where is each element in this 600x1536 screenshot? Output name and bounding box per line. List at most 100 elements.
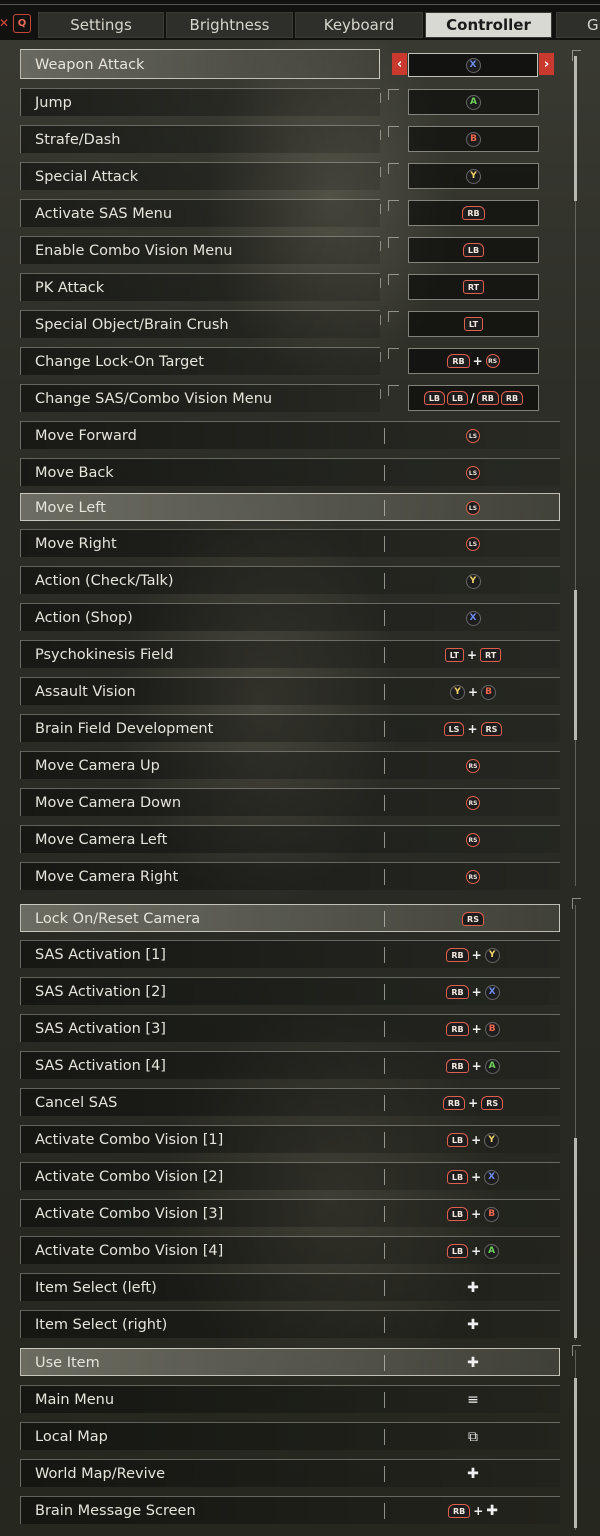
binding-row-activate-combo-vision-2[interactable]: Activate Combo Vision [2] LB + X: [0, 1161, 600, 1191]
binding-row-move-camera-right[interactable]: Move Camera Right RS: [0, 861, 600, 891]
rb-button-icon: RB: [447, 1504, 471, 1518]
scrollbar-bracket: [572, 1345, 581, 1356]
row-label: Psychokinesis Field: [35, 647, 174, 663]
tab-settings[interactable]: Settings: [38, 12, 164, 38]
binding-row-move-camera-left[interactable]: Move Camera Left RS: [0, 824, 600, 854]
binding-row-pk-attack[interactable]: PK Attack RT: [0, 272, 600, 302]
a-button-icon: A: [484, 1243, 500, 1259]
row-box-highlighted: Use Item ✚: [20, 1348, 560, 1376]
row-label: SAS Activation [4]: [35, 1058, 166, 1074]
binding-row-item-select-left[interactable]: Item Select (left) ✚: [0, 1272, 600, 1302]
binding-row-action-check-talk[interactable]: Action (Check/Talk) Y: [0, 565, 600, 595]
binding-slot[interactable]: LB LB / RB RB: [408, 385, 539, 411]
binding-row-move-camera-down[interactable]: Move Camera Down RS: [0, 787, 600, 817]
q-key-icon[interactable]: Q: [13, 14, 31, 33]
row-label-box: Special Object/Brain Crush: [20, 310, 381, 338]
tab-keyboard[interactable]: Keyboard: [295, 12, 423, 38]
arrow-right-icon[interactable]: ›: [539, 53, 554, 75]
row-label: Special Object/Brain Crush: [35, 317, 229, 333]
binding-value: LS: [385, 494, 561, 522]
binding-row-sas-activation-1[interactable]: SAS Activation [1] RB + Y: [0, 939, 600, 969]
scrollbar-thumb[interactable]: [574, 590, 577, 740]
right-stick-press-icon: RS: [462, 912, 484, 926]
tab-brightness[interactable]: Brightness: [166, 12, 293, 38]
binding-row-weapon-attack[interactable]: Weapon Attack ‹ › X: [0, 49, 600, 79]
binding-row-activate-combo-vision-1[interactable]: Activate Combo Vision [1] LB + Y: [0, 1124, 600, 1154]
scrollbar-thumb[interactable]: [574, 1138, 577, 1338]
binding-row-psychokinesis-field[interactable]: Psychokinesis Field LT + RT: [0, 639, 600, 669]
plus-sign: +: [473, 1504, 484, 1518]
binding-row-world-map-revive[interactable]: World Map/Revive ✚: [0, 1458, 600, 1488]
binding-row-cancel-sas[interactable]: Cancel SAS RB + RS: [0, 1087, 600, 1117]
binding-value: X: [385, 604, 561, 632]
binding-row-activate-combo-vision-4[interactable]: Activate Combo Vision [4] LB + A: [0, 1235, 600, 1265]
dpad-left-icon: ✚: [467, 1280, 479, 1296]
slot-bracket: [388, 237, 399, 248]
binding-row-move-back[interactable]: Move Back LS: [0, 457, 600, 487]
binding-row-move-left[interactable]: Move Left LS: [0, 492, 600, 522]
plus-sign: +: [471, 1244, 482, 1258]
binding-row-lock-on-reset-camera[interactable]: Lock On/Reset Camera RS: [0, 903, 600, 933]
binding-slot[interactable]: A: [408, 89, 539, 115]
binding-row-assault-vision[interactable]: Assault Vision Y + B: [0, 676, 600, 706]
binding-row-main-menu[interactable]: Main Menu ≡: [0, 1384, 600, 1414]
tab-controller[interactable]: Controller: [425, 12, 552, 38]
left-stick-left-icon: LS: [466, 501, 480, 515]
binding-row-action-shop[interactable]: Action (Shop) X: [0, 602, 600, 632]
row-label: Weapon Attack: [35, 57, 145, 73]
binding-row-local-map[interactable]: Local Map ⧉: [0, 1421, 600, 1451]
row-label: Cancel SAS: [35, 1095, 118, 1111]
lb-button-icon: LB: [447, 391, 469, 405]
row-box: SAS Activation [4] RB + A: [20, 1051, 560, 1079]
binding-row-sas-activation-3[interactable]: SAS Activation [3] RB + B: [0, 1013, 600, 1043]
binding-slot[interactable]: LB: [408, 237, 539, 263]
binding-row-special-object-brain-crush[interactable]: Special Object/Brain Crush LT: [0, 309, 600, 339]
row-label: Brain Message Screen: [35, 1503, 196, 1519]
y-button-icon: Y: [466, 168, 481, 184]
binding-row-move-right[interactable]: Move Right LS: [0, 528, 600, 558]
row-label-box: Enable Combo Vision Menu: [20, 236, 381, 264]
right-stick-press-icon: RS: [481, 1096, 504, 1110]
binding-slot[interactable]: B: [408, 126, 539, 152]
binding-slot[interactable]: Y: [408, 163, 539, 189]
x-button-icon: X: [484, 1169, 500, 1185]
close-icon[interactable]: ✕: [0, 14, 12, 31]
binding-row-brain-message-screen[interactable]: Brain Message Screen RB + ✚: [0, 1495, 600, 1525]
binding-row-enable-combo-vision-menu[interactable]: Enable Combo Vision Menu LB: [0, 235, 600, 265]
binding-row-use-item[interactable]: Use Item ✚: [0, 1347, 600, 1377]
scrollbar-thumb[interactable]: [574, 56, 577, 201]
row-label: Change SAS/Combo Vision Menu: [35, 391, 273, 407]
plus-sign: +: [471, 1133, 482, 1147]
binding-slot[interactable]: RB + RS: [408, 348, 539, 374]
binding-row-change-lock-on-target[interactable]: Change Lock-On Target RB + RS: [0, 346, 600, 376]
row-label: Brain Field Development: [35, 721, 214, 737]
y-button-icon: Y: [465, 573, 481, 589]
binding-row-activate-combo-vision-3[interactable]: Activate Combo Vision [3] LB + B: [0, 1198, 600, 1228]
binding-slot[interactable]: LT: [408, 311, 539, 337]
binding-row-move-camera-up[interactable]: Move Camera Up RS: [0, 750, 600, 780]
row-box: Move Forward LS: [20, 421, 560, 449]
row-box: World Map/Revive ✚: [20, 1459, 560, 1487]
tab-graphics[interactable]: Gr: [556, 12, 600, 38]
binding-row-move-forward[interactable]: Move Forward LS: [0, 420, 600, 450]
binding-row-brain-field-development[interactable]: Brain Field Development LS + RS: [0, 713, 600, 743]
rt-trigger-icon: RT: [480, 648, 502, 662]
scrollbar-thumb[interactable]: [574, 1378, 577, 1528]
row-label: Activate Combo Vision [1]: [35, 1132, 224, 1148]
binding-slot[interactable]: RB: [408, 200, 539, 226]
binding-row-change-sas-combo-vision-menu[interactable]: Change SAS/Combo Vision Menu LB LB / RB …: [0, 383, 600, 413]
binding-row-item-select-right[interactable]: Item Select (right) ✚: [0, 1309, 600, 1339]
top-divider: [0, 4, 600, 5]
binding-slot[interactable]: X: [408, 53, 538, 77]
binding-row-strafe-dash[interactable]: Strafe/Dash B: [0, 124, 600, 154]
binding-row-activate-sas-menu[interactable]: Activate SAS Menu RB: [0, 198, 600, 228]
binding-row-special-attack[interactable]: Special Attack Y: [0, 161, 600, 191]
left-stick-down-icon: LS: [466, 466, 480, 480]
arrow-left-icon[interactable]: ‹: [392, 53, 407, 75]
row-label: Action (Check/Talk): [35, 573, 174, 589]
binding-slot[interactable]: RT: [408, 274, 539, 300]
binding-row-sas-activation-2[interactable]: SAS Activation [2] RB + X: [0, 976, 600, 1006]
row-box: SAS Activation [3] RB + B: [20, 1014, 560, 1042]
binding-row-jump[interactable]: Jump A: [0, 87, 600, 117]
binding-row-sas-activation-4[interactable]: SAS Activation [4] RB + A: [0, 1050, 600, 1080]
